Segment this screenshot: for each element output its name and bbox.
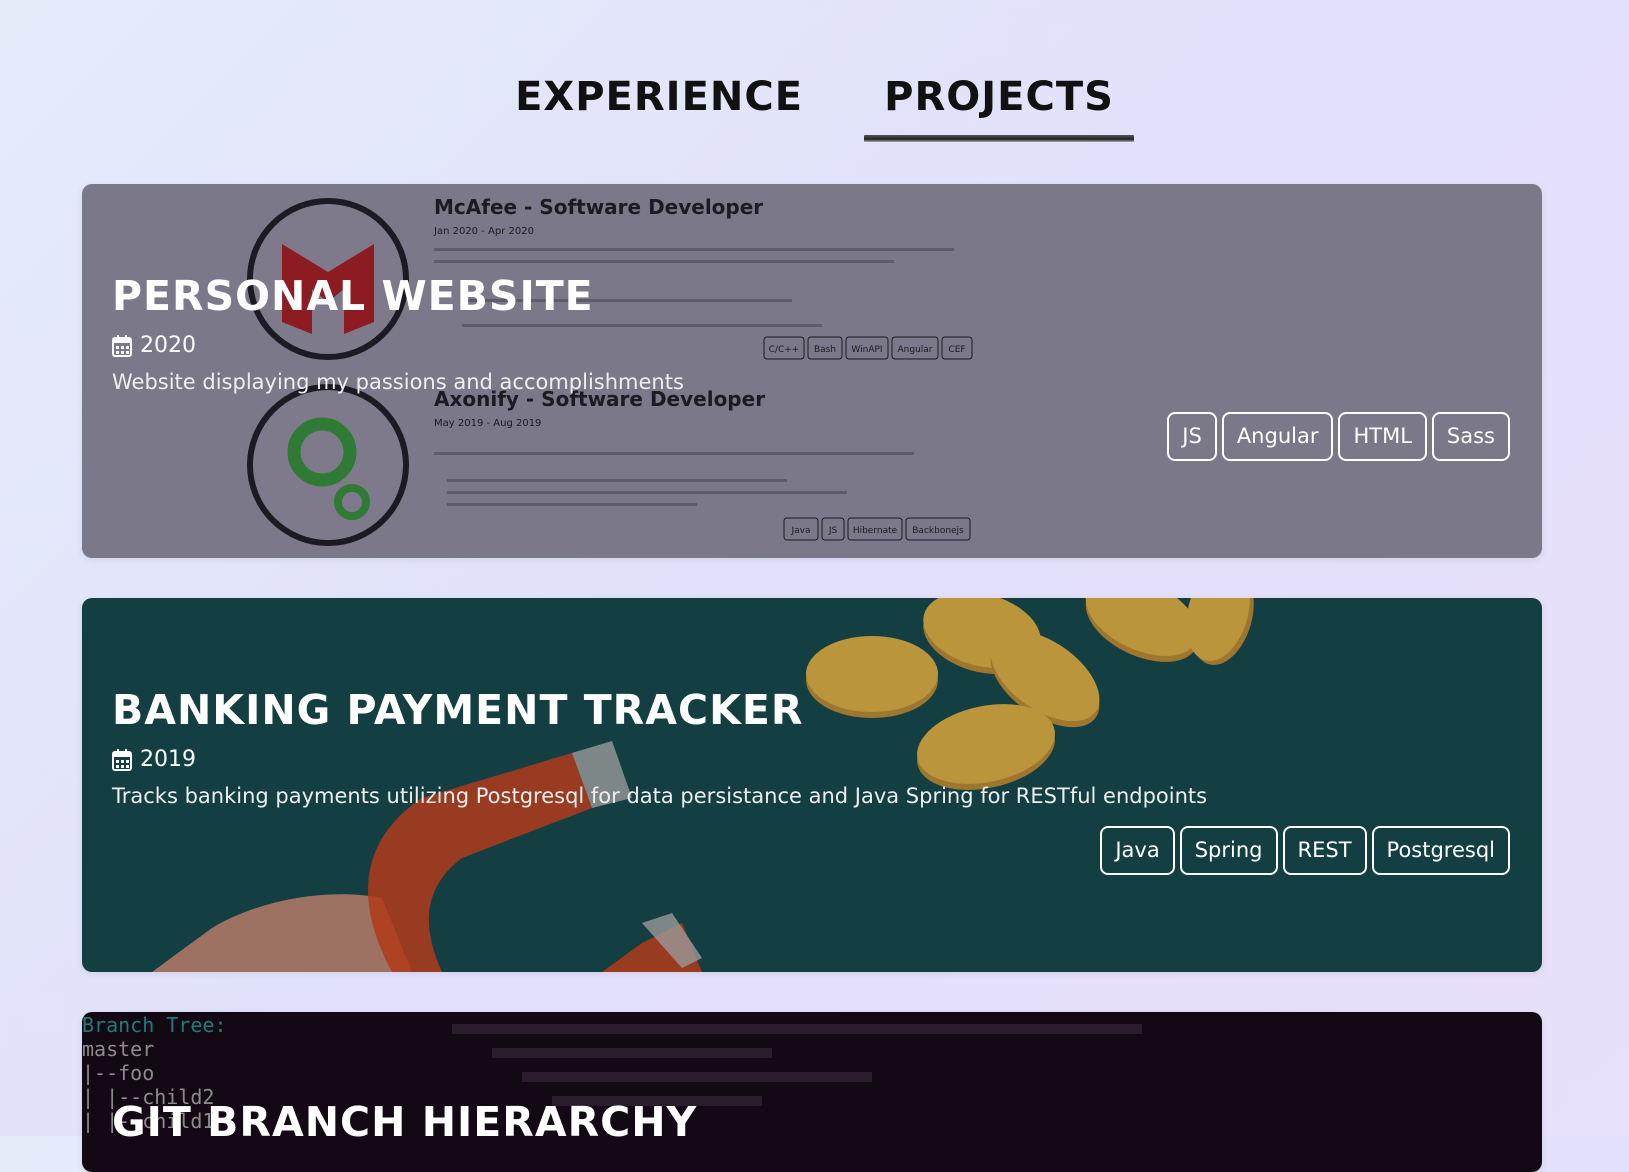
tech-tag: Sass: [1431, 412, 1510, 461]
project-card-git-branch-hierarchy[interactable]: Branch Tree: master |--foo | |--child2 |…: [82, 1012, 1542, 1172]
calendar-icon: [112, 748, 132, 771]
tree-line: Branch Tree:: [82, 1013, 227, 1037]
project-title: GIT BRANCH HIERARCHY: [112, 1098, 698, 1146]
tree-line: master: [82, 1037, 154, 1061]
tree-line: |--foo: [82, 1061, 154, 1085]
project-title: BANKING PAYMENT TRACKER: [112, 686, 804, 734]
project-description: Website displaying my passions and accom…: [112, 370, 684, 395]
tech-tags: JS Angular HTML Sass: [1167, 412, 1510, 461]
tab-experience[interactable]: EXPERIENCE: [495, 74, 823, 142]
section-tabs: EXPERIENCE PROJECTS: [0, 74, 1629, 142]
tab-projects[interactable]: PROJECTS: [864, 74, 1134, 142]
project-card-personal-website[interactable]: McAfee - Software Developer Jan 2020 - A…: [82, 184, 1542, 558]
project-date: 2019: [112, 747, 1512, 772]
tech-tag: Spring: [1179, 826, 1278, 875]
bg-entry2-dates: May 2019 - Aug 2019: [434, 418, 541, 429]
project-year: 2019: [140, 747, 196, 773]
project-content: GIT BRANCH HIERARCHY: [112, 1098, 1512, 1146]
project-description: Tracks banking payments utilizing Postgr…: [112, 784, 1208, 809]
project-date: 2020: [112, 333, 1512, 358]
tech-tag: Postgresql: [1371, 826, 1510, 875]
project-content: BANKING PAYMENT TRACKER 2019 Tracks bank…: [112, 686, 1512, 809]
tech-tag: HTML: [1338, 412, 1427, 461]
project-card-banking-payment-tracker[interactable]: BANKING PAYMENT TRACKER 2019 Tracks bank…: [82, 598, 1542, 972]
tech-tag: JS: [1167, 412, 1217, 461]
bg-entry1-heading: McAfee - Software Developer: [434, 195, 763, 219]
tech-tag: Angular: [1221, 412, 1334, 461]
calendar-icon: [112, 334, 132, 357]
project-year: 2020: [140, 333, 196, 359]
bg-entry2-tag: JS: [828, 526, 838, 536]
bg-entry2-tag: Backbonejs: [912, 526, 964, 536]
bg-entry2-tag: Hibernate: [853, 526, 898, 536]
bg-entry2-tag: Java: [790, 526, 810, 536]
tech-tag: Java: [1100, 826, 1175, 875]
project-title: PERSONAL WEBSITE: [112, 272, 594, 320]
project-content: PERSONAL WEBSITE 2020 Website displaying…: [112, 272, 1512, 395]
tech-tag: REST: [1282, 826, 1367, 875]
bg-entry1-dates: Jan 2020 - Apr 2020: [433, 226, 534, 237]
code-background: Branch Tree: master |--foo | |--child2 |…: [82, 1013, 1142, 1133]
tech-tags: Java Spring REST Postgresql: [1100, 826, 1510, 875]
